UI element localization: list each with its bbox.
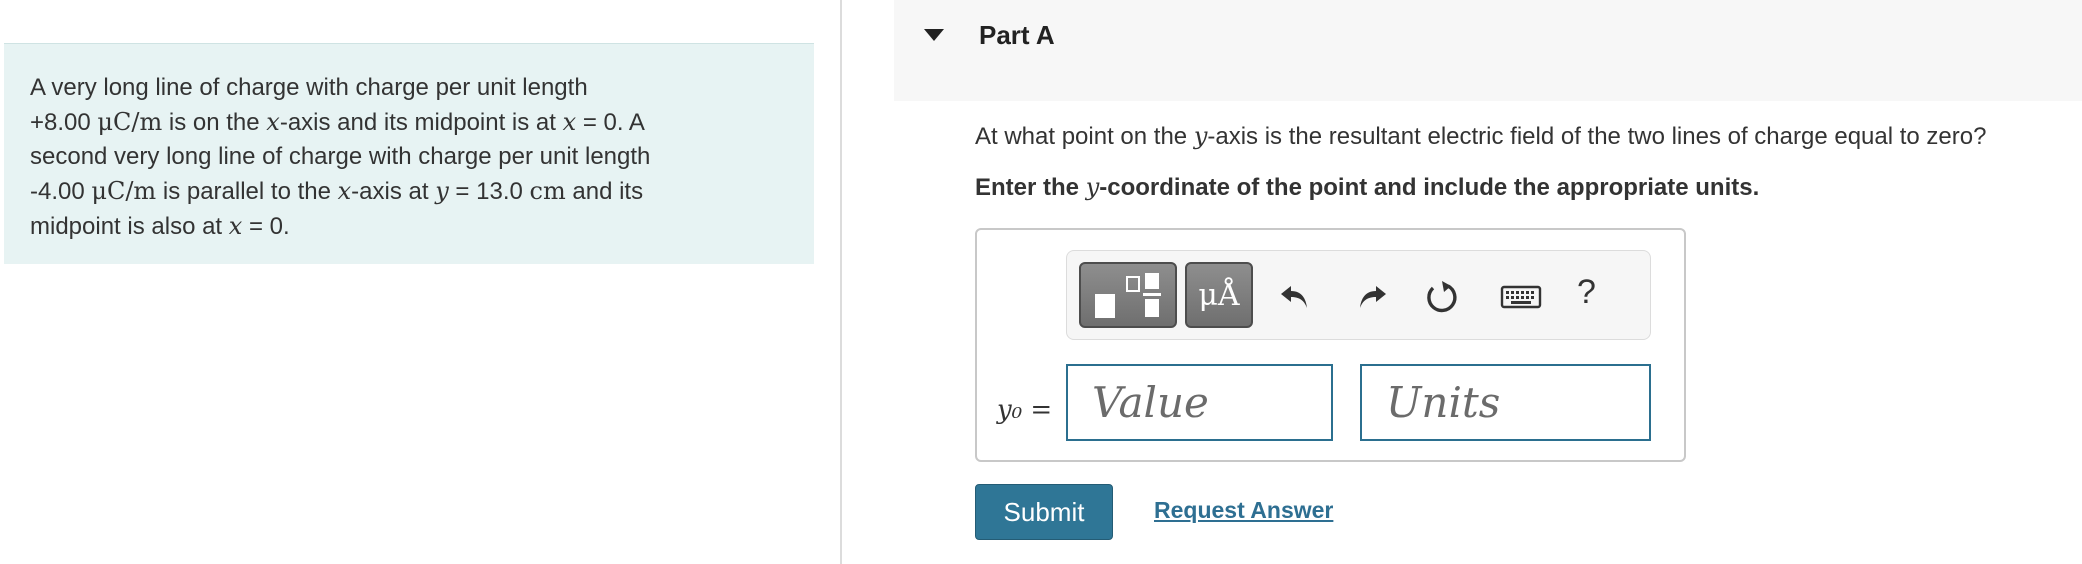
problem-text: -axis at [351, 178, 436, 205]
instruction-post: -coordinate of the point and include the… [1099, 174, 1760, 201]
problem-text: -axis and its midpoint is at [279, 109, 563, 136]
units-input[interactable] [1360, 364, 1651, 441]
var-y: y [1193, 122, 1208, 150]
var-x: x [562, 108, 577, 136]
answer-box: μÅ ? y₀ = [975, 228, 1686, 462]
answer-label-text: y₀ = [997, 395, 1053, 425]
var-x: x [337, 177, 352, 205]
problem-text: is parallel to the [156, 178, 338, 205]
caret-down-icon[interactable] [924, 29, 944, 41]
undo-icon[interactable] [1277, 278, 1315, 314]
submit-button[interactable]: Submit [975, 484, 1113, 540]
unit-charge-density: μC/m [97, 108, 163, 136]
var-y: y [1085, 173, 1100, 201]
part-title: Part A [979, 20, 1055, 50]
fraction-template-icon [1095, 273, 1161, 318]
question-post: -axis is the resultant electric field of… [1207, 123, 1987, 150]
question-text: At what point on the y-axis is the resul… [975, 122, 1986, 151]
units-icon: μÅ [1198, 277, 1240, 313]
redo-icon[interactable] [1352, 278, 1390, 314]
part-header[interactable]: Part A [894, 0, 2082, 101]
value-input[interactable] [1066, 364, 1333, 441]
reset-icon[interactable] [1423, 278, 1461, 314]
problem-statement-box: A very long line of charge with charge p… [4, 43, 814, 264]
problem-text: = 0. A [576, 109, 645, 136]
unit-charge-density: μC/m [91, 177, 157, 205]
problem-statement: A very long line of charge with charge p… [30, 71, 788, 244]
units-button[interactable]: μÅ [1185, 262, 1253, 328]
help-icon[interactable]: ? [1577, 273, 1596, 312]
problem-text: midpoint is also at [30, 213, 229, 240]
problem-text: = 13.0 [448, 178, 530, 205]
keyboard-icon[interactable] [1500, 278, 1542, 314]
instruction-pre: Enter the [975, 174, 1086, 201]
instruction-text: Enter the y-coordinate of the point and … [975, 173, 1759, 202]
unit-cm: cm [529, 177, 566, 205]
problem-pane: A very long line of charge with charge p… [0, 0, 840, 564]
fraction-template-button[interactable] [1079, 262, 1177, 328]
problem-text: is on the [162, 109, 267, 136]
problem-text-line: A very long line of charge with charge p… [30, 74, 588, 101]
problem-text: = 0. [242, 213, 290, 240]
var-x: x [228, 212, 243, 240]
request-answer-link[interactable]: Request Answer [1154, 497, 1333, 524]
var-y: y [435, 177, 449, 205]
answer-label: y₀ = [997, 394, 1052, 425]
question-pre: At what point on the [975, 123, 1194, 150]
math-toolbar: μÅ ? [1066, 250, 1651, 340]
problem-text: and its [565, 178, 644, 205]
problem-text: +8.00 [30, 109, 98, 136]
problem-text-line: second very long line of charge with cha… [30, 143, 651, 170]
problem-text: -4.00 [30, 178, 92, 205]
pane-divider [840, 0, 842, 564]
var-x: x [266, 108, 280, 136]
